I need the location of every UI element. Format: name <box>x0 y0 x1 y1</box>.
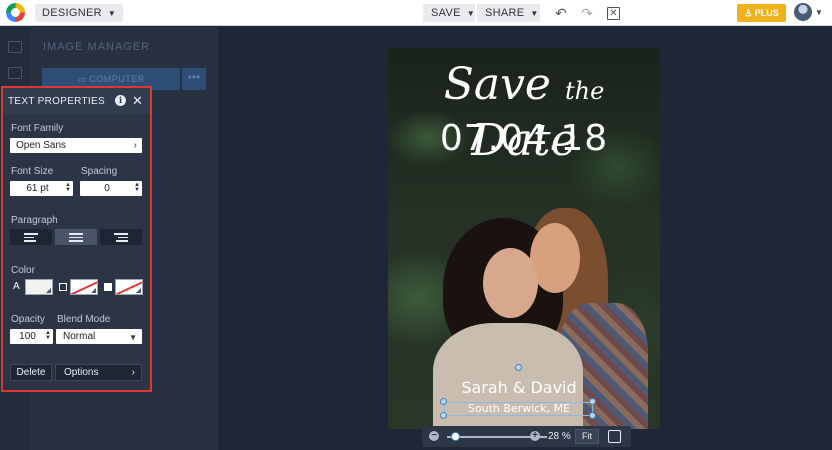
undo-icon[interactable]: ↶ <box>551 4 571 22</box>
stepper-arrows-icon[interactable]: ▲ ▼ <box>134 182 140 193</box>
mode-select[interactable]: DESIGNER ▼ <box>35 4 124 22</box>
computer-upload-label: COMPUTER <box>89 74 145 84</box>
rotate-handle[interactable] <box>515 364 522 371</box>
opacity-value: 100 <box>19 331 36 342</box>
stepper-arrows-icon[interactable]: ▲ ▼ <box>65 182 71 193</box>
resize-handle-top-left[interactable] <box>440 398 447 405</box>
zoom-fit-button[interactable]: Fit <box>575 429 599 444</box>
design-canvas[interactable]: Save the Date 07.04.18 Sarah & David Sou… <box>388 48 660 429</box>
chevron-down-icon: ▼ <box>107 9 117 18</box>
app-logo-icon <box>6 3 25 22</box>
background-color-icon <box>104 283 112 291</box>
zoom-level: 28 % <box>548 431 571 442</box>
event-date-text[interactable]: 07.04.18 <box>388 118 660 160</box>
zoom-slider-thumb[interactable] <box>451 432 460 441</box>
font-family-value: Open Sans <box>16 140 67 151</box>
align-left-button[interactable] <box>10 229 52 245</box>
resize-handle-top-right[interactable] <box>589 398 596 405</box>
image-manager-title: IMAGE MANAGER <box>43 41 151 53</box>
stepper-arrows-icon[interactable]: ▲ ▼ <box>45 330 51 341</box>
align-center-icon <box>69 233 83 242</box>
chevron-down-icon: ▼ <box>530 9 539 18</box>
info-icon[interactable]: i <box>115 95 126 106</box>
options-button-label: Options <box>64 367 99 378</box>
couple-names-text[interactable]: Sarah & David <box>388 378 650 397</box>
swatch-dropdown-icon <box>136 288 141 293</box>
blend-mode-value: Normal <box>63 331 96 342</box>
selection-box <box>444 402 593 416</box>
plus-button-label: PLUS <box>754 8 779 18</box>
font-size-value: 61 pt <box>26 183 49 194</box>
text-properties-panel: TEXT PROPERTIES i ✕ Font Family Open San… <box>1 86 152 392</box>
chevron-right-icon: › <box>133 140 137 151</box>
blend-mode-label: Blend Mode <box>57 314 111 325</box>
spacing-value: 0 <box>104 183 110 194</box>
share-button[interactable]: SHARE ▼ <box>477 4 540 22</box>
panel-header: TEXT PROPERTIES i ✕ <box>3 88 150 114</box>
layout-icon[interactable] <box>8 67 22 79</box>
avatar[interactable] <box>794 3 812 21</box>
plus-button[interactable]: ♙ PLUS <box>737 4 786 22</box>
delete-button[interactable]: Delete <box>10 364 52 381</box>
chevron-down-icon: ▼ <box>466 9 475 18</box>
align-right-icon <box>114 233 128 242</box>
zoom-in-icon[interactable]: + <box>530 431 540 441</box>
swatch-dropdown-icon <box>46 288 51 293</box>
color-label: Color <box>11 265 35 276</box>
align-center-button[interactable] <box>55 229 97 245</box>
image-icon[interactable] <box>8 41 22 53</box>
chevron-right-icon: › <box>131 367 135 378</box>
resize-handle-bottom-right[interactable] <box>589 412 596 419</box>
plus-icon: ♙ <box>744 8 755 18</box>
opacity-label: Opacity <box>11 314 45 325</box>
font-size-label: Font Size <box>11 166 54 177</box>
spacing-label: Spacing <box>81 166 118 177</box>
share-button-label: SHARE <box>485 7 525 19</box>
spacing-stepper[interactable]: 0 ▲ ▼ <box>80 181 142 196</box>
zoom-out-icon[interactable]: − <box>429 431 439 441</box>
save-button[interactable]: SAVE ▼ <box>423 4 475 22</box>
paragraph-label: Paragraph <box>11 215 58 226</box>
text-color-swatch[interactable] <box>25 279 53 295</box>
redo-icon[interactable]: ↷ <box>577 4 597 22</box>
swatch-dropdown-icon <box>91 288 96 293</box>
zoom-bar: − + 28 % Fit <box>422 426 631 447</box>
title-word-the: the <box>564 77 605 105</box>
opacity-stepper[interactable]: 100 ▲ ▼ <box>10 329 53 344</box>
chevron-down-icon: ▼ <box>129 333 137 342</box>
mode-select-label: DESIGNER <box>42 7 102 19</box>
close-canvas-icon[interactable]: ✕ <box>607 7 620 20</box>
chevron-down-icon[interactable]: ▼ <box>815 8 823 17</box>
align-right-button[interactable] <box>100 229 142 245</box>
close-icon[interactable]: ✕ <box>132 93 143 109</box>
options-button[interactable]: Options › <box>55 364 142 381</box>
background-color-swatch[interactable] <box>115 279 143 295</box>
top-bar: DESIGNER ▼ SAVE ▼ SHARE ▼ ↶ ↷ ✕ ♙ PLUS ▼ <box>0 0 832 26</box>
monitor-icon: ▭ <box>77 74 90 84</box>
font-size-stepper[interactable]: 61 pt ▲ ▼ <box>10 181 73 196</box>
resize-handle-bottom-left[interactable] <box>440 412 447 419</box>
stroke-color-swatch[interactable] <box>70 279 98 295</box>
title-word-save: Save <box>443 59 551 110</box>
stroke-color-icon <box>59 283 67 291</box>
save-button-label: SAVE <box>431 7 461 19</box>
font-family-select[interactable]: Open Sans › <box>10 138 142 153</box>
font-family-label: Font Family <box>11 123 64 134</box>
blend-mode-select[interactable]: Normal ▼ <box>56 329 142 344</box>
panel-title: TEXT PROPERTIES <box>8 96 105 107</box>
align-left-icon <box>24 233 38 242</box>
text-color-icon: A <box>13 281 20 292</box>
fullscreen-icon[interactable] <box>608 430 621 443</box>
more-button[interactable]: ••• <box>182 68 206 90</box>
